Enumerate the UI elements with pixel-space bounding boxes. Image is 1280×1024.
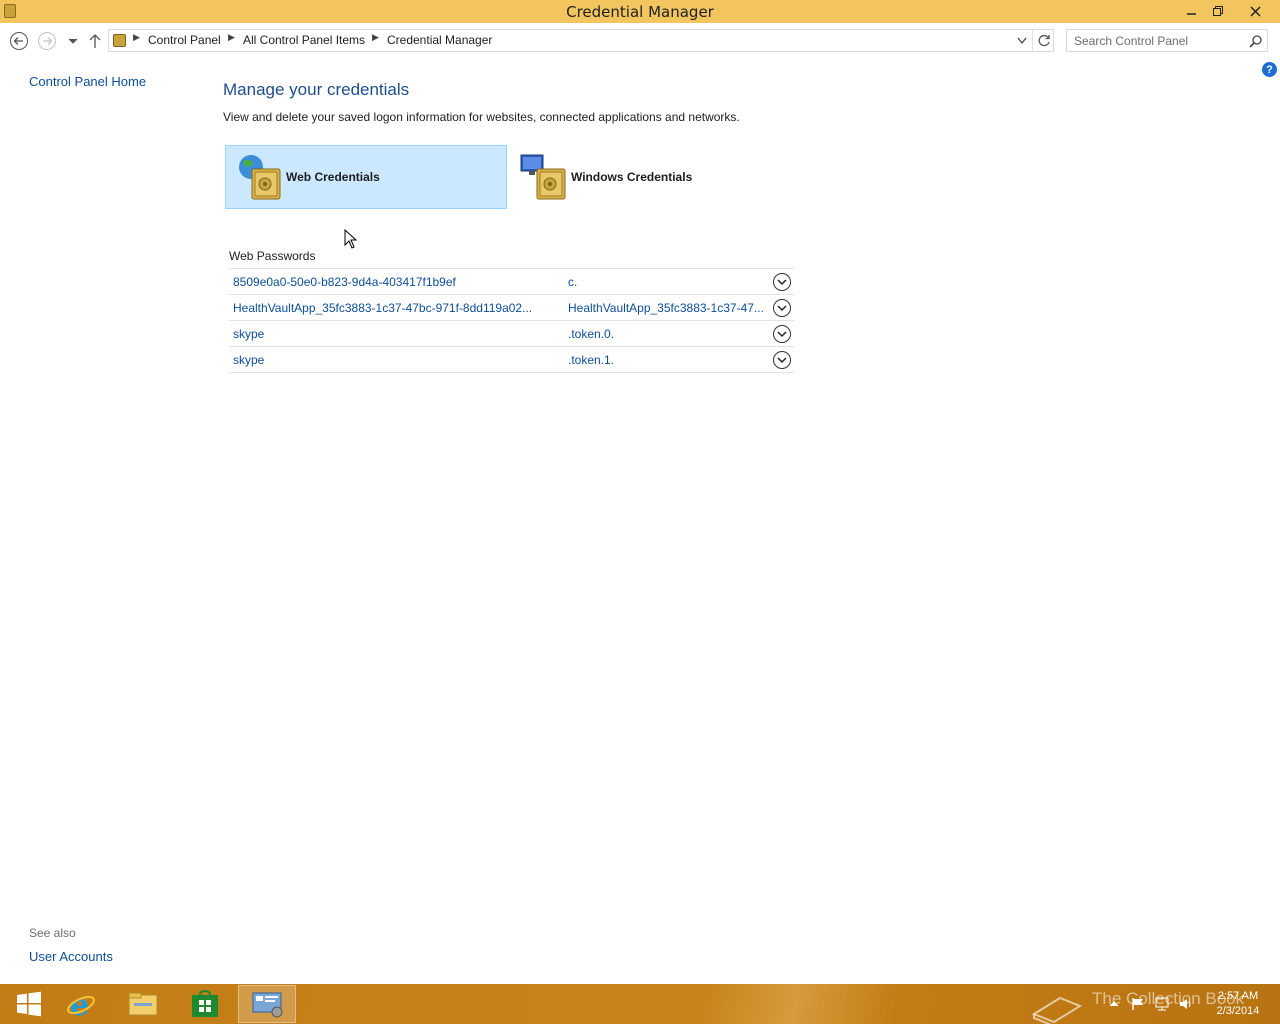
chevron-down-icon bbox=[777, 357, 787, 364]
breadcrumb-control-panel[interactable]: Control Panel bbox=[148, 33, 221, 47]
search-icon bbox=[1248, 34, 1262, 48]
refresh-button[interactable] bbox=[1035, 32, 1053, 49]
expand-button[interactable] bbox=[773, 351, 791, 369]
close-icon bbox=[1249, 5, 1261, 17]
search-box bbox=[1066, 29, 1268, 52]
credential-user: .token.1. bbox=[568, 353, 615, 367]
network-icon[interactable] bbox=[1154, 996, 1170, 1012]
credential-row[interactable]: skype .token.1. bbox=[229, 347, 794, 373]
store-icon bbox=[192, 990, 218, 1017]
breadcrumb-arrow-icon[interactable]: ▶ bbox=[372, 33, 379, 43]
breadcrumb-arrow-icon[interactable]: ▶ bbox=[133, 33, 140, 43]
speaker-icon bbox=[1180, 999, 1191, 1009]
taskbar-control-panel[interactable] bbox=[238, 985, 296, 1023]
chevron-down-icon bbox=[777, 331, 787, 338]
taskbar-store[interactable] bbox=[176, 985, 234, 1023]
show-hidden-icons-button[interactable] bbox=[1106, 996, 1122, 1012]
taskbar: e The Collection Book 2:57 AM 2/3/2014 bbox=[0, 984, 1280, 1024]
expand-button[interactable] bbox=[773, 325, 791, 343]
chevron-down-icon bbox=[68, 38, 78, 44]
taskbar-internet-explorer[interactable]: e bbox=[52, 985, 110, 1023]
up-arrow-icon bbox=[89, 34, 101, 48]
search-input[interactable] bbox=[1068, 31, 1244, 50]
address-separator bbox=[1032, 30, 1033, 51]
volume-icon[interactable] bbox=[1178, 996, 1194, 1012]
refresh-icon bbox=[1038, 34, 1050, 47]
credential-row[interactable]: HealthVaultApp_35fc3883-1c37-47bc-971f-8… bbox=[229, 295, 794, 321]
see-also-label: See also bbox=[29, 926, 76, 940]
close-button[interactable] bbox=[1240, 0, 1270, 22]
credential-user: c. bbox=[568, 275, 578, 289]
credential-resource: 8509e0a0-50e0-b823-9d4a-403417f1b9ef bbox=[233, 275, 456, 289]
web-credentials-label: Web Credentials bbox=[286, 170, 380, 184]
windows-logo-icon bbox=[17, 991, 41, 1017]
web-credentials-tile[interactable]: Web Credentials bbox=[225, 145, 507, 209]
title-bar: Credential Manager bbox=[0, 0, 1280, 23]
restore-icon bbox=[1212, 5, 1223, 16]
clock-date: 2/3/2014 bbox=[1216, 1005, 1260, 1017]
credential-user: .token.0. bbox=[568, 327, 615, 341]
page-title: Manage your credentials bbox=[223, 80, 410, 99]
action-center-icon[interactable] bbox=[1130, 996, 1146, 1012]
book-watermark-icon bbox=[1031, 996, 1083, 1024]
windows-credentials-vault-icon bbox=[519, 151, 571, 203]
recent-locations-button[interactable] bbox=[63, 31, 83, 51]
windows-credentials-label: Windows Credentials bbox=[571, 170, 693, 184]
taskbar-file-explorer[interactable] bbox=[114, 985, 172, 1023]
expand-button[interactable] bbox=[773, 299, 791, 317]
chevron-up-icon bbox=[1109, 1001, 1119, 1007]
start-button[interactable] bbox=[0, 985, 58, 1023]
forward-arrow-icon bbox=[38, 32, 56, 50]
navigation-bar: ▶ Control Panel ▶ All Control Panel Item… bbox=[0, 23, 1280, 59]
address-bar[interactable]: ▶ Control Panel ▶ All Control Panel Item… bbox=[108, 29, 1054, 52]
system-clock[interactable]: 2:57 AM 2/3/2014 bbox=[1210, 989, 1266, 1019]
user-accounts-link[interactable]: User Accounts bbox=[29, 949, 113, 964]
control-panel-icon bbox=[113, 34, 126, 47]
flag-icon bbox=[1132, 998, 1143, 1010]
chevron-down-icon bbox=[1017, 37, 1027, 44]
minimize-button[interactable] bbox=[1178, 0, 1206, 22]
minimize-icon bbox=[1187, 13, 1196, 15]
restore-button[interactable] bbox=[1204, 0, 1232, 22]
up-button[interactable] bbox=[85, 31, 105, 51]
help-button[interactable]: ? bbox=[1262, 62, 1277, 77]
control-panel-icon bbox=[252, 992, 283, 1018]
back-arrow-icon bbox=[10, 32, 28, 50]
credential-row[interactable]: 8509e0a0-50e0-b823-9d4a-403417f1b9ef c. bbox=[229, 269, 794, 295]
network-icon-glyph bbox=[1155, 997, 1169, 1011]
web-passwords-list: 8509e0a0-50e0-b823-9d4a-403417f1b9ef c. … bbox=[229, 268, 794, 373]
control-panel-home-link[interactable]: Control Panel Home bbox=[29, 74, 146, 89]
page-description: View and delete your saved logon informa… bbox=[223, 110, 740, 124]
mouse-pointer-icon bbox=[344, 229, 358, 249]
folder-icon bbox=[128, 992, 158, 1016]
internet-explorer-icon: e bbox=[67, 989, 95, 1019]
forward-button[interactable] bbox=[37, 31, 57, 51]
breadcrumb-credential-manager[interactable]: Credential Manager bbox=[387, 33, 492, 47]
breadcrumb-all-items[interactable]: All Control Panel Items bbox=[243, 33, 365, 47]
expand-button[interactable] bbox=[773, 273, 791, 291]
credential-row[interactable]: skype .token.0. bbox=[229, 321, 794, 347]
credential-resource: skype bbox=[233, 327, 265, 341]
credential-resource: skype bbox=[233, 353, 265, 367]
chevron-down-icon bbox=[777, 279, 787, 286]
web-credentials-vault-icon bbox=[234, 151, 286, 203]
web-passwords-heading: Web Passwords bbox=[229, 249, 316, 263]
clock-time: 2:57 AM bbox=[1217, 990, 1259, 1002]
chevron-down-icon bbox=[777, 305, 787, 312]
window-title: Credential Manager bbox=[566, 3, 714, 21]
breadcrumb-arrow-icon[interactable]: ▶ bbox=[228, 33, 235, 43]
address-dropdown-button[interactable] bbox=[1014, 32, 1030, 49]
back-button[interactable] bbox=[9, 31, 29, 51]
credential-resource: HealthVaultApp_35fc3883-1c37-47bc-971f-8… bbox=[233, 301, 533, 315]
credential-user: HealthVaultApp_35fc3883-1c37-47... bbox=[568, 301, 763, 315]
windows-credentials-tile[interactable]: Windows Credentials bbox=[511, 145, 793, 209]
search-button[interactable] bbox=[1247, 33, 1263, 49]
